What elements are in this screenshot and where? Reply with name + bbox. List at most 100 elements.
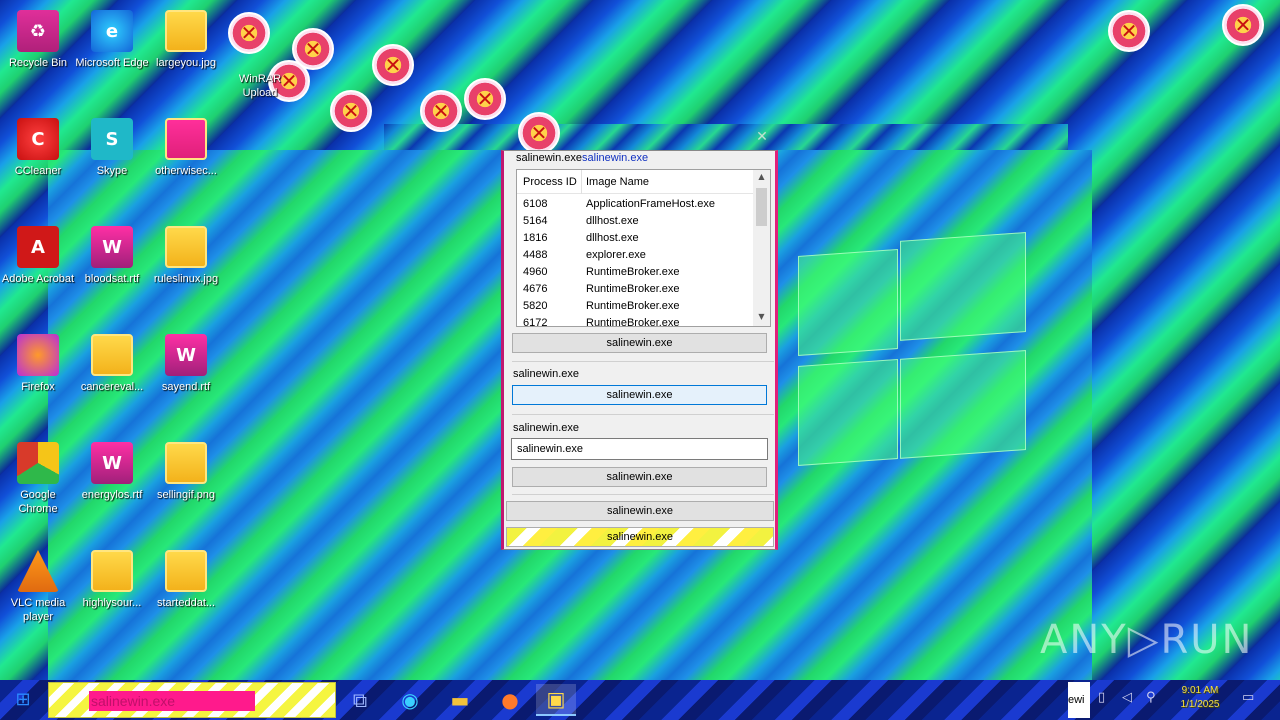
desktop-icon-sellingif[interactable]: sellingif.png bbox=[148, 442, 224, 502]
desktop-icon-ccleaner[interactable]: C CCleaner bbox=[0, 118, 76, 178]
salinewin-button-5[interactable]: salinewin.exe bbox=[506, 527, 774, 547]
skype-icon: S bbox=[91, 118, 133, 160]
list-item[interactable]: 5820 RuntimeBroker.exe bbox=[517, 298, 753, 315]
column-header-image-name[interactable]: Image Name bbox=[586, 176, 649, 188]
desktop-icon-recycle-bin[interactable]: ♻ Recycle Bin bbox=[0, 10, 76, 70]
tray-text-box: ewi bbox=[1068, 682, 1090, 718]
desktop-icon-bloodsat[interactable]: W bloodsat.rtf bbox=[74, 226, 150, 286]
scroll-down-icon[interactable]: ▼ bbox=[756, 312, 767, 324]
clock-time: 9:01 AM bbox=[1181, 685, 1219, 696]
process-list[interactable]: Process ID Image Name 6108 ApplicationFr… bbox=[516, 169, 771, 327]
word-file-icon: W bbox=[91, 226, 133, 268]
desktop-icon-sayend[interactable]: W sayend.rtf bbox=[148, 334, 224, 394]
windows-start-icon[interactable]: ⊞ bbox=[8, 688, 38, 712]
desktop-icon-ruleslinux[interactable]: ruleslinux.jpg bbox=[148, 226, 224, 286]
desktop-icon-label: sellingif.png bbox=[156, 489, 216, 501]
notification-icon[interactable]: ▭ bbox=[1242, 690, 1254, 705]
taskbar-search-box[interactable]: salinewin.exe bbox=[48, 682, 336, 718]
language-icon[interactable]: ⚲ bbox=[1146, 690, 1156, 705]
desktop-icon-label: largeyou.jpg bbox=[156, 57, 216, 69]
salinewin-button-4[interactable]: salinewin.exe bbox=[506, 501, 774, 521]
list-item[interactable]: 1816 dllhost.exe bbox=[517, 230, 753, 247]
list-item[interactable]: 4960 RuntimeBroker.exe bbox=[517, 264, 753, 281]
scroll-up-icon[interactable]: ▲ bbox=[756, 172, 767, 184]
network-icon[interactable]: ▯ bbox=[1098, 690, 1105, 705]
glitch-error-icon: ✕ bbox=[330, 90, 372, 132]
image-name: RuntimeBroker.exe bbox=[586, 266, 680, 278]
desktop-icon-label: starteddat... bbox=[156, 597, 216, 609]
image-name: RuntimeBroker.exe bbox=[586, 283, 680, 295]
desktop-icon-winrar-upload[interactable]: WinRAR Upload bbox=[222, 26, 298, 100]
windows-logo-pane bbox=[798, 248, 898, 356]
desktop-icon-otherwisec[interactable]: otherwisec... bbox=[148, 118, 224, 178]
clock-date: 1/1/2025 bbox=[1180, 699, 1220, 710]
desktop-icon-label: Adobe Acrobat bbox=[1, 273, 75, 285]
glitch-error-icon: ✕ bbox=[518, 112, 560, 154]
image-name: RuntimeBroker.exe bbox=[586, 300, 680, 312]
salinewin-taskbar-icon[interactable]: ▣ bbox=[536, 684, 576, 716]
divider bbox=[512, 494, 774, 495]
taskbar-clock[interactable]: 9:01 AM 1/1/2025 bbox=[1160, 684, 1240, 716]
desktop-icon-chrome[interactable]: Google Chrome bbox=[0, 442, 76, 516]
list-item[interactable]: 5164 dllhost.exe bbox=[517, 213, 753, 230]
process-id: 4960 bbox=[523, 266, 548, 278]
image-name: ApplicationFrameHost.exe bbox=[586, 198, 716, 210]
list-item[interactable]: 6108 ApplicationFrameHost.exe bbox=[517, 196, 753, 213]
word-file-icon: W bbox=[91, 442, 133, 484]
vertical-scrollbar[interactable]: ▲ ▼ bbox=[753, 170, 770, 326]
desktop-icon-firefox[interactable]: Firefox bbox=[0, 334, 76, 394]
task-view-icon[interactable]: ⧉ bbox=[340, 684, 380, 716]
image-name: RuntimeBroker.exe bbox=[586, 317, 680, 327]
file-explorer-icon[interactable]: ▬ bbox=[440, 684, 480, 716]
acrobat-icon: A bbox=[17, 226, 59, 268]
salinewin-button-3[interactable]: salinewin.exe bbox=[512, 467, 767, 487]
desktop-icon-label: cancereval... bbox=[80, 381, 144, 393]
edge-taskbar-icon[interactable]: ◉ bbox=[390, 684, 430, 716]
desktop-icon-label: Google Chrome bbox=[18, 489, 58, 515]
volume-icon[interactable]: ◁ bbox=[1122, 690, 1132, 705]
desktop-icon-energylos[interactable]: W energylos.rtf bbox=[74, 442, 150, 502]
word-file-icon: W bbox=[165, 334, 207, 376]
close-icon[interactable]: ✕ bbox=[752, 128, 772, 146]
glitch-error-icon: ✕ bbox=[420, 90, 462, 132]
process-id: 4488 bbox=[523, 249, 548, 261]
list-item[interactable]: 4676 RuntimeBroker.exe bbox=[517, 281, 753, 298]
image-name: dllhost.exe bbox=[586, 232, 639, 244]
image-name: dllhost.exe bbox=[586, 215, 639, 227]
desktop-icon-label: otherwisec... bbox=[155, 165, 217, 177]
process-id: 1816 bbox=[523, 232, 548, 244]
desktop-icon-acrobat[interactable]: A Adobe Acrobat bbox=[0, 226, 76, 286]
list-item[interactable]: 4488 explorer.exe bbox=[517, 247, 753, 264]
process-id: 5820 bbox=[523, 300, 548, 312]
search-input[interactable]: salinewin.exe bbox=[89, 691, 255, 711]
desktop-icon-label: Skype bbox=[96, 165, 128, 177]
desktop-icon-largeyou[interactable]: largeyou.jpg bbox=[148, 10, 224, 70]
salinewin-button-1[interactable]: salinewin.exe bbox=[512, 333, 767, 353]
list-item[interactable]: 6172 RuntimeBroker.exe bbox=[517, 315, 753, 327]
desktop-icon-starteddat[interactable]: starteddat... bbox=[148, 550, 224, 610]
glitch-icon bbox=[239, 26, 281, 68]
column-header-process-id[interactable]: Process ID bbox=[523, 176, 577, 188]
firefox-icon bbox=[17, 334, 59, 376]
desktop-icon-vlc[interactable]: VLC media player bbox=[0, 550, 76, 624]
scrollbar-thumb[interactable] bbox=[756, 188, 767, 226]
desktop-icon-highlysour[interactable]: highlysour... bbox=[74, 550, 150, 610]
process-id: 6172 bbox=[523, 317, 548, 327]
image-file-icon bbox=[165, 442, 207, 484]
dialog-title: salinewin.exesalinewin.exe bbox=[516, 152, 648, 164]
salinewin-button-2[interactable]: salinewin.exe bbox=[512, 385, 767, 405]
glitch-error-icon: ✕ bbox=[464, 78, 506, 120]
desktop-icon-label: VLC media player bbox=[10, 597, 66, 623]
desktop-icon-label: Recycle Bin bbox=[8, 57, 68, 69]
desktop-icon-cancereval[interactable]: cancereval... bbox=[74, 334, 150, 394]
firefox-taskbar-icon[interactable]: ● bbox=[490, 684, 530, 716]
vlc-icon bbox=[17, 550, 59, 592]
windows-logo-pane bbox=[900, 232, 1026, 341]
list-header: Process ID Image Name bbox=[517, 170, 753, 194]
dialog-title-part: salinewin.exe bbox=[516, 152, 583, 164]
windows-logo-pane bbox=[798, 358, 898, 466]
desktop-icon-label: bloodsat.rtf bbox=[84, 273, 140, 285]
salinewin-input[interactable]: salinewin.exe bbox=[511, 438, 768, 460]
desktop-icon-skype[interactable]: S Skype bbox=[74, 118, 150, 178]
desktop-icon-edge[interactable]: e Microsoft Edge bbox=[74, 10, 150, 70]
